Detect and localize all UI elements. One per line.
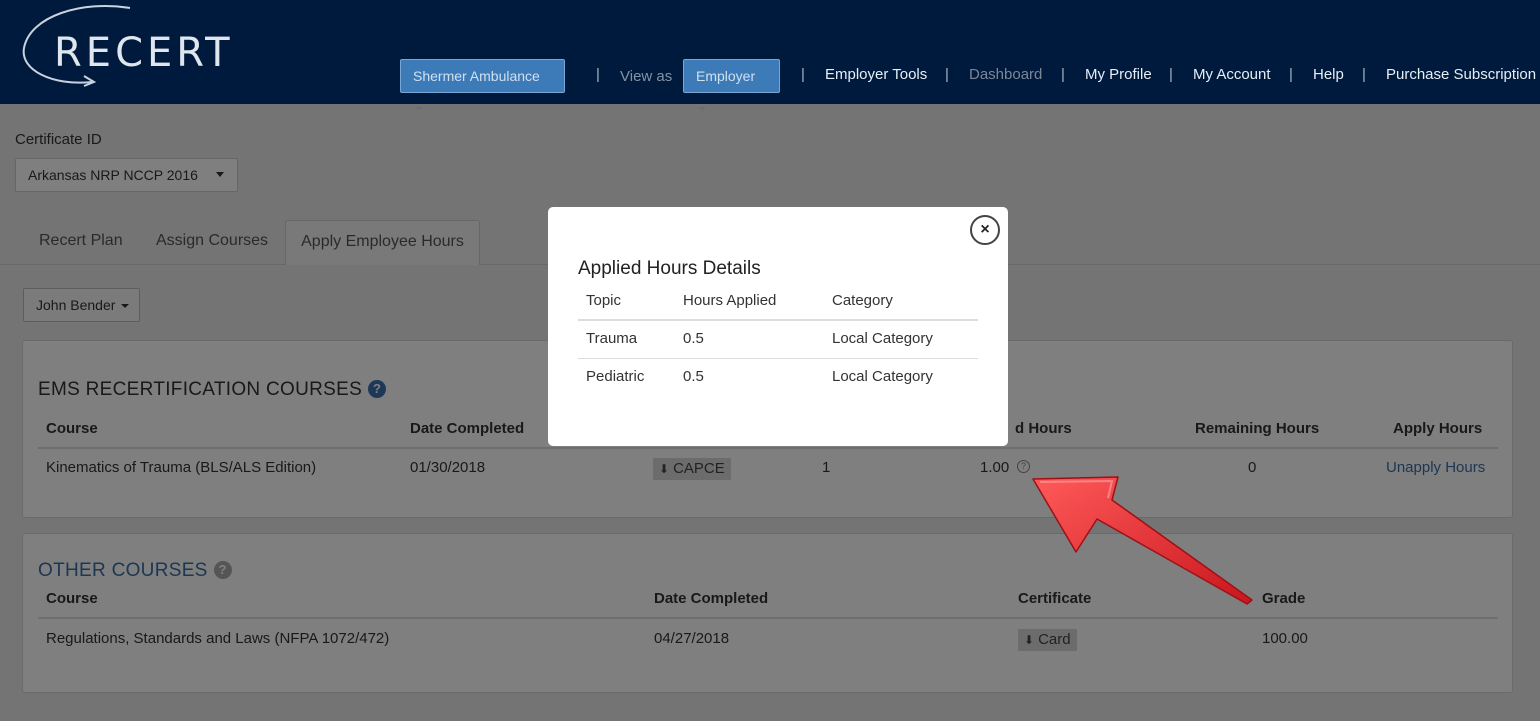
modal-title: Applied Hours Details: [578, 258, 761, 280]
modal-row-category: Local Category: [832, 330, 933, 347]
nav-separator: |: [1289, 66, 1293, 83]
recert-logo[interactable]: RECERT: [22, 4, 232, 88]
close-icon[interactable]: ×: [970, 215, 1000, 245]
nav-help[interactable]: Help: [1313, 66, 1344, 83]
modal-col-hours-applied: Hours Applied: [683, 292, 776, 309]
modal-row-hours: 0.5: [683, 330, 704, 347]
modal-row-topic: Trauma: [586, 330, 637, 347]
role-dropdown-label: Employer: [696, 68, 755, 84]
modal-row-hours: 0.5: [683, 368, 704, 385]
nav-separator: |: [1169, 66, 1173, 83]
modal-header-rule: [578, 319, 978, 321]
role-dropdown[interactable]: Employer: [683, 59, 780, 93]
nav-my-profile[interactable]: My Profile: [1085, 66, 1152, 83]
modal-row-category: Local Category: [832, 368, 933, 385]
nav-purchase-subscription[interactable]: Purchase Subscription: [1386, 66, 1536, 83]
top-navbar: RECERT Shermer Ambulance | View as Emplo…: [0, 0, 1540, 104]
organization-dropdown[interactable]: Shermer Ambulance: [400, 59, 565, 93]
nav-separator: |: [945, 66, 949, 83]
nav-my-account[interactable]: My Account: [1193, 66, 1271, 83]
modal-row-rule: [578, 358, 978, 359]
modal-col-category: Category: [832, 292, 893, 309]
logo-text: RECERT: [54, 30, 234, 76]
nav-separator: |: [596, 66, 600, 83]
nav-separator: |: [1061, 66, 1065, 83]
nav-separator: |: [1362, 66, 1366, 83]
applied-hours-modal: [548, 207, 1008, 446]
nav-separator: |: [801, 66, 805, 83]
modal-col-topic: Topic: [586, 292, 621, 309]
modal-row-topic: Pediatric: [586, 368, 644, 385]
view-as-label: View as: [620, 68, 672, 85]
nav-dashboard[interactable]: Dashboard: [969, 66, 1042, 83]
nav-employer-tools[interactable]: Employer Tools: [825, 66, 927, 83]
organization-dropdown-label: Shermer Ambulance: [413, 68, 540, 84]
